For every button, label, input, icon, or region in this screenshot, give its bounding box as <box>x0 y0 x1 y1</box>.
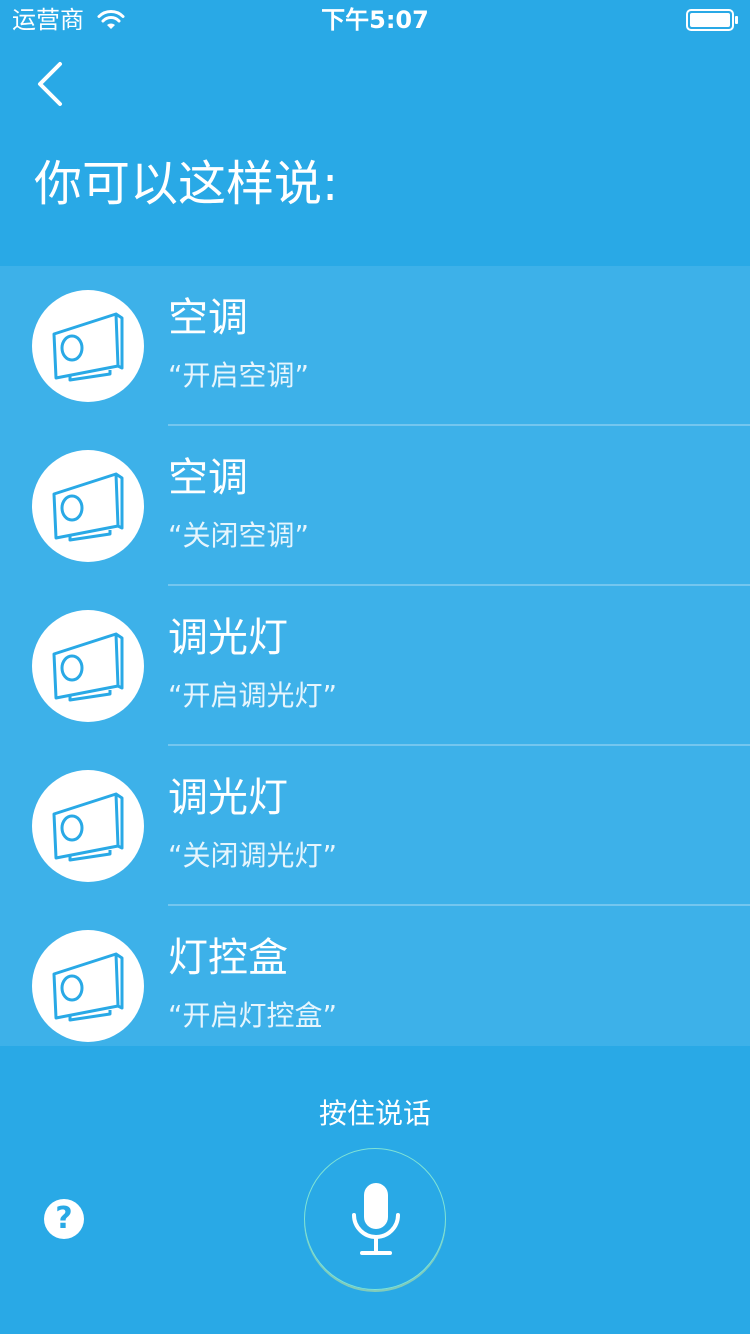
device-name: 灯控盒 <box>168 935 288 981</box>
command-phrase: “关闭空调” <box>168 519 310 552</box>
command-phrase: “关闭调光灯” <box>168 839 338 872</box>
device-name: 空调 <box>168 295 248 341</box>
command-phrase: “开启灯控盒” <box>168 999 338 1032</box>
device-box-icon <box>52 312 124 382</box>
device-name: 调光灯 <box>168 775 288 821</box>
device-name: 调光灯 <box>168 615 288 661</box>
help-button[interactable]: ? <box>44 1199 84 1239</box>
device-avatar <box>32 930 144 1042</box>
battery-icon <box>686 9 738 31</box>
command-phrase: “开启空调” <box>168 359 310 392</box>
device-avatar <box>32 290 144 402</box>
device-avatar <box>32 610 144 722</box>
microphone-button[interactable] <box>304 1148 446 1290</box>
status-bar: 运营商 下午5:07 <box>0 0 750 40</box>
chevron-left-icon <box>38 62 62 106</box>
device-box-icon <box>52 632 124 702</box>
hold-to-talk-label: 按住说话 <box>318 1097 431 1130</box>
microphone-icon <box>352 1183 400 1255</box>
device-avatar <box>32 770 144 882</box>
device-box-icon <box>52 792 124 862</box>
list-item[interactable]: 空调 “关闭空调” <box>0 426 750 586</box>
device-box-icon <box>52 472 124 542</box>
device-name: 空调 <box>168 455 248 501</box>
list-item[interactable]: 空调 “开启空调” <box>0 266 750 426</box>
list-item[interactable]: 调光灯 “开启调光灯” <box>0 586 750 746</box>
command-list: 空调 “开启空调” 空调 “关闭空调” 调光灯 “开启调光灯” 调光灯 “关闭调… <box>0 266 750 1046</box>
device-avatar <box>32 450 144 562</box>
back-button[interactable] <box>30 58 74 110</box>
command-phrase: “开启调光灯” <box>168 679 338 712</box>
clock: 下午5:07 <box>321 6 429 34</box>
question-mark-icon: ? <box>55 1201 73 1236</box>
page-title: 你可以这样说: <box>34 156 339 212</box>
list-item[interactable]: 灯控盒 “开启灯控盒” <box>0 906 750 1046</box>
list-item[interactable]: 调光灯 “关闭调光灯” <box>0 746 750 906</box>
device-box-icon <box>52 952 124 1022</box>
